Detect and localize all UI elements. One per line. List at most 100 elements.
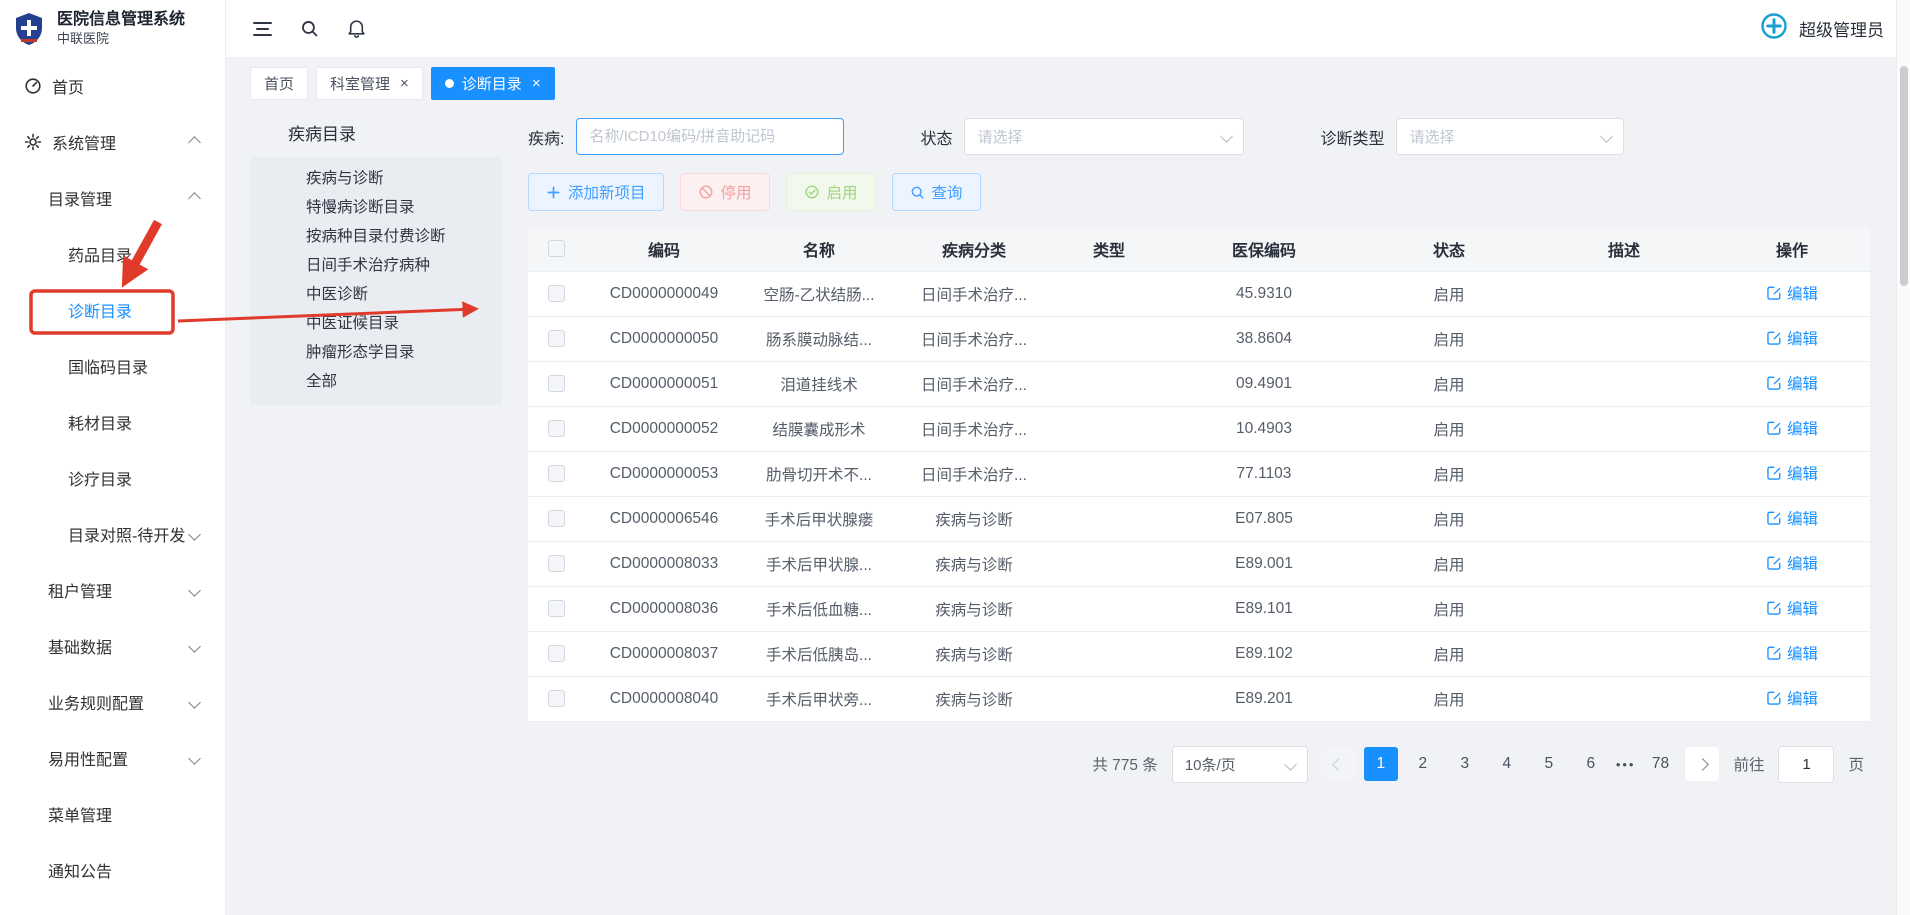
sidebar-item[interactable]: 易用性配置 bbox=[0, 730, 225, 786]
edit-button[interactable]: 编辑 bbox=[1766, 417, 1818, 439]
row-actions: 编辑 bbox=[1714, 676, 1870, 721]
cell-category: 日间手术治疗... bbox=[894, 451, 1054, 496]
page-button[interactable]: 1 bbox=[1364, 747, 1398, 781]
sidebar-item[interactable]: 菜单管理 bbox=[0, 786, 225, 842]
cell-category: 疾病与诊断 bbox=[894, 631, 1054, 676]
sidebar-item[interactable]: 首页 bbox=[0, 58, 225, 114]
sidebar-item[interactable]: 诊断目录 bbox=[0, 282, 225, 338]
row-checkbox[interactable] bbox=[548, 690, 565, 707]
tab-3[interactable]: 诊断目录× bbox=[431, 67, 555, 100]
tab-1[interactable]: 首页 bbox=[250, 67, 308, 100]
table-row: CD0000008036手术后低血糖...疾病与诊断E89.101启用编辑 bbox=[528, 586, 1870, 631]
scrollbar-track[interactable] bbox=[1896, 0, 1910, 915]
row-checkbox[interactable] bbox=[548, 555, 565, 572]
cell-type bbox=[1054, 631, 1164, 676]
sidebar-item[interactable]: 系统管理 bbox=[0, 114, 225, 170]
user-menu[interactable]: 超级管理员 bbox=[1759, 11, 1884, 46]
row-select-cell bbox=[528, 541, 584, 586]
page-button[interactable]: 4 bbox=[1490, 747, 1524, 781]
goto-page-input[interactable] bbox=[1778, 746, 1834, 783]
edit-button[interactable]: 编辑 bbox=[1766, 372, 1818, 394]
page-button[interactable]: 2 bbox=[1406, 747, 1440, 781]
disable-button[interactable]: 停用 bbox=[680, 173, 770, 211]
edit-icon bbox=[1766, 555, 1782, 571]
prev-page-button[interactable] bbox=[1322, 747, 1356, 781]
tab-2[interactable]: 科室管理× bbox=[316, 67, 423, 100]
edit-button[interactable]: 编辑 bbox=[1766, 642, 1818, 664]
sidebar-item[interactable]: 基础数据 bbox=[0, 618, 225, 674]
catalog-list-item[interactable]: 全部 bbox=[250, 367, 502, 396]
cell-code: CD0000008040 bbox=[584, 676, 744, 721]
sidebar-item[interactable]: 诊疗目录 bbox=[0, 450, 225, 506]
page-button[interactable]: 6 bbox=[1574, 747, 1608, 781]
row-checkbox[interactable] bbox=[548, 600, 565, 617]
close-icon[interactable]: × bbox=[532, 76, 541, 91]
next-page-button[interactable] bbox=[1685, 747, 1719, 781]
table-row: CD0000000052结膜囊成形术日间手术治疗...10.4903启用编辑 bbox=[528, 406, 1870, 451]
status-select[interactable]: 请选择 bbox=[964, 118, 1244, 155]
page-button-last[interactable]: 78 bbox=[1643, 747, 1677, 781]
row-checkbox[interactable] bbox=[548, 420, 565, 437]
catalog-list-item[interactable]: 中医证候目录 bbox=[250, 309, 502, 338]
edit-label: 编辑 bbox=[1787, 597, 1818, 619]
row-checkbox[interactable] bbox=[548, 645, 565, 662]
catalog-list-item[interactable]: 中医诊断 bbox=[250, 280, 502, 309]
page-button[interactable]: 3 bbox=[1448, 747, 1482, 781]
sidebar-item[interactable]: 药品目录 bbox=[0, 226, 225, 282]
page-size-value: 10条/页 bbox=[1185, 754, 1236, 775]
enable-button[interactable]: 启用 bbox=[786, 173, 876, 211]
page-button[interactable]: 5 bbox=[1532, 747, 1566, 781]
row-checkbox[interactable] bbox=[548, 285, 565, 302]
catalog-list-item[interactable]: 疾病与诊断 bbox=[250, 164, 502, 193]
add-item-button[interactable]: 添加新项目 bbox=[528, 173, 664, 211]
edit-button[interactable]: 编辑 bbox=[1766, 507, 1818, 529]
edit-button[interactable]: 编辑 bbox=[1766, 462, 1818, 484]
cell-name: 手术后甲状旁... bbox=[744, 676, 894, 721]
sidebar-item[interactable]: 通知公告 bbox=[0, 842, 225, 898]
row-checkbox[interactable] bbox=[548, 330, 565, 347]
catalog-list-item[interactable]: 肿瘤形态学目录 bbox=[250, 338, 502, 367]
catalog-list-item[interactable]: 特慢病诊断目录 bbox=[250, 193, 502, 222]
cell-type bbox=[1054, 451, 1164, 496]
collapse-menu-icon[interactable] bbox=[252, 22, 272, 36]
data-table: 编码名称疾病分类类型医保编码状态描述操作 CD0000000049空肠-乙状结肠… bbox=[528, 227, 1870, 722]
catalog-list-item[interactable]: 日间手术治疗病种 bbox=[250, 251, 502, 280]
cell-insurance_code: 09.4901 bbox=[1164, 361, 1364, 406]
chevron-right-icon bbox=[1696, 758, 1709, 771]
scrollbar-thumb[interactable] bbox=[1900, 66, 1908, 286]
row-checkbox[interactable] bbox=[548, 510, 565, 527]
edit-icon bbox=[1766, 690, 1782, 706]
row-actions: 编辑 bbox=[1714, 316, 1870, 361]
sidebar-item[interactable]: 业务规则配置 bbox=[0, 674, 225, 730]
row-checkbox[interactable] bbox=[548, 375, 565, 392]
bell-icon[interactable] bbox=[347, 19, 366, 38]
cell-desc bbox=[1534, 676, 1714, 721]
row-select-cell bbox=[528, 676, 584, 721]
sidebar-item[interactable]: 耗材目录 bbox=[0, 394, 225, 450]
disable-label: 停用 bbox=[721, 181, 752, 203]
catalog-list-item[interactable]: 按病种目录付费诊断 bbox=[250, 222, 502, 251]
disease-search-input[interactable] bbox=[576, 118, 844, 155]
page-size-select[interactable]: 10条/页 bbox=[1172, 746, 1308, 783]
close-icon[interactable]: × bbox=[400, 76, 409, 91]
catalog-list: 疾病与诊断特慢病诊断目录按病种目录付费诊断日间手术治疗病种中医诊断中医证候目录肿… bbox=[250, 157, 502, 405]
sidebar-item[interactable]: 租户管理 bbox=[0, 562, 225, 618]
row-checkbox[interactable] bbox=[548, 465, 565, 482]
edit-button[interactable]: 编辑 bbox=[1766, 597, 1818, 619]
select-all-checkbox[interactable] bbox=[548, 240, 565, 257]
search-button[interactable]: 查询 bbox=[892, 173, 981, 211]
edit-button[interactable]: 编辑 bbox=[1766, 282, 1818, 304]
sidebar-item[interactable]: 目录管理 bbox=[0, 170, 225, 226]
sidebar-item[interactable]: 国临码目录 bbox=[0, 338, 225, 394]
cell-type bbox=[1054, 676, 1164, 721]
diagnosis-type-select[interactable]: 请选择 bbox=[1396, 118, 1624, 155]
search-icon[interactable] bbox=[300, 19, 319, 38]
edit-button[interactable]: 编辑 bbox=[1766, 687, 1818, 709]
edit-label: 编辑 bbox=[1787, 417, 1818, 439]
edit-button[interactable]: 编辑 bbox=[1766, 327, 1818, 349]
toolbar: 添加新项目 停用 启用 查询 bbox=[528, 173, 1870, 211]
user-name: 超级管理员 bbox=[1799, 16, 1884, 41]
edit-button[interactable]: 编辑 bbox=[1766, 552, 1818, 574]
edit-label: 编辑 bbox=[1787, 462, 1818, 484]
sidebar-item[interactable]: 目录对照-待开发 bbox=[0, 506, 225, 562]
